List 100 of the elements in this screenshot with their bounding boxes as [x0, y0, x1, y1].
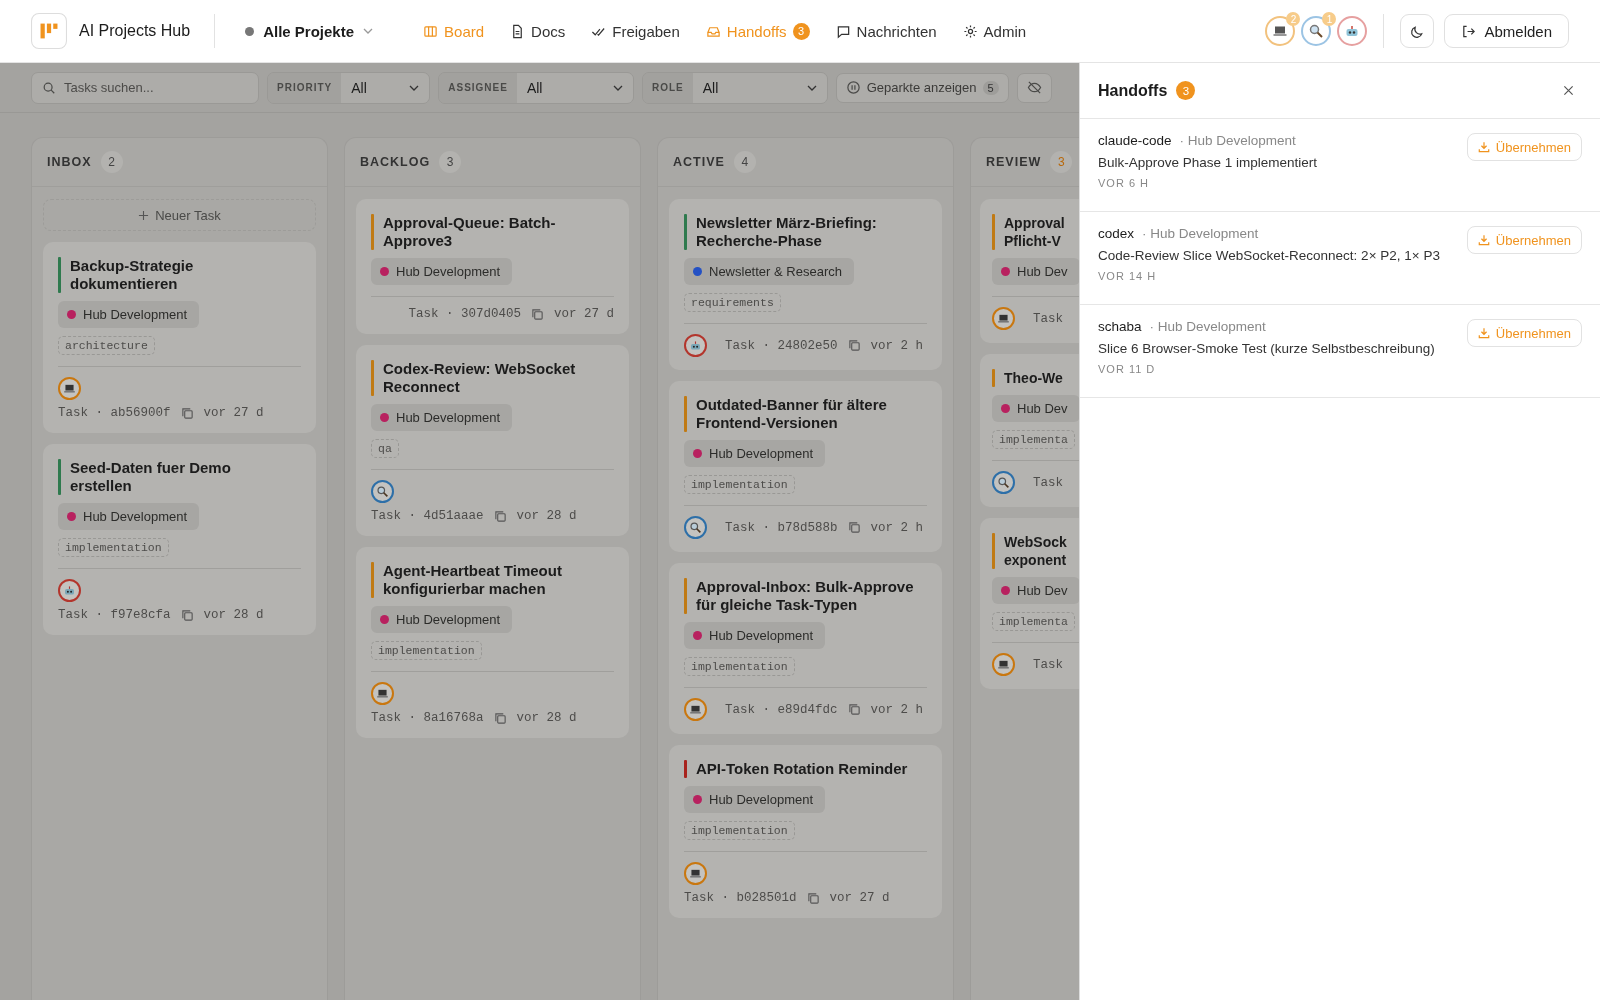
chat-icon — [835, 23, 851, 39]
task-age: vor 28 d — [516, 509, 577, 523]
copy-icon[interactable] — [847, 339, 861, 352]
laptop-icon — [997, 658, 1010, 671]
copy-icon[interactable] — [531, 307, 544, 321]
task-age: vor 27 d — [554, 307, 614, 321]
copy-icon[interactable] — [847, 521, 861, 534]
agent-avatar[interactable] — [1337, 16, 1368, 46]
filter-dropdown[interactable]: PRIORITY All — [267, 71, 431, 104]
role-tag: implementation — [684, 475, 795, 494]
task-title: Approval-Queue: Batch-Approve3 — [383, 214, 557, 250]
copy-icon[interactable] — [493, 711, 507, 725]
task-title: WebSock exponent — [1004, 533, 1068, 569]
project-tag: Newsletter & Research — [684, 258, 854, 285]
role-tag: implementa — [992, 612, 1075, 631]
project-tag: Hub Development — [684, 622, 826, 649]
download-icon — [1477, 327, 1490, 339]
logout-icon — [1461, 23, 1477, 39]
task-title: Theo-We — [1004, 369, 1063, 387]
agent-name: schaba — [1098, 319, 1142, 334]
task-id: Task — [1033, 657, 1063, 672]
task-age: vor 27 d — [203, 406, 264, 420]
task-title: Approval Pflicht-V — [1004, 214, 1066, 250]
moon-icon — [1409, 23, 1425, 39]
columns-icon — [423, 23, 439, 39]
filter-dropdown[interactable]: ROLE All — [641, 71, 828, 104]
panel-title: Handoffs — [1098, 81, 1168, 100]
laptop-icon — [997, 312, 1010, 325]
task-age: vor 28 d — [516, 711, 577, 725]
role-tag: implementation — [58, 538, 169, 557]
task-id: Task · b78d588b — [725, 520, 838, 535]
nav-tab[interactable]: Freigaben — [591, 22, 680, 40]
project-tag: Hub Dev — [992, 577, 1080, 604]
nav-tab[interactable]: Admin — [962, 22, 1027, 40]
task-id: Task · 8a16768a — [371, 711, 484, 725]
handoff-text: Bulk-Approve Phase 1 implementiert — [1098, 155, 1319, 170]
laptop-icon — [63, 382, 76, 395]
count-badge: 1 — [1322, 12, 1337, 26]
project-tag: Hub Development — [684, 786, 826, 813]
project-tag: Hub Development — [371, 404, 513, 431]
parked-toggle[interactable]: Geparkte anzeigen 5 — [835, 72, 1009, 103]
task-card[interactable]: Approval Pflicht-V Hub Dev Task — [980, 199, 1080, 343]
task-card[interactable]: WebSock exponent Hub Dev implementa Task — [980, 518, 1080, 689]
task-card[interactable]: API-Token Rotation Reminder Hub Development implementation Task · b028501d vor 27 d — [669, 745, 942, 918]
role-tag: implementation — [684, 821, 795, 840]
task-card[interactable]: Outdated-Banner für ältere Frontend-Versionen Hub Development implementation Task · b78d588b vor 2 h — [669, 381, 942, 552]
task-card[interactable]: Newsletter März-Briefing: Recherche-Phase Newsletter & Research requirements Task · 24802e50 vor 2 h — [669, 199, 942, 370]
role-tag: requirements — [684, 293, 781, 312]
search-field[interactable]: Tasks suchen... — [31, 71, 259, 104]
project-select[interactable]: Alle Projekte — [239, 21, 380, 41]
task-card[interactable]: Approval-Queue: Batch-Approve3 Hub Development Task · 307d0405 vor 27 d — [356, 199, 629, 334]
task-id: Task · b028501d — [684, 891, 797, 905]
task-id: Task — [1033, 475, 1063, 490]
logout-button[interactable]: Abmelden — [1444, 14, 1569, 48]
project-tag: Hub Development — [371, 606, 513, 633]
robot-icon — [63, 584, 76, 597]
column-title: ACTIVE — [673, 155, 725, 169]
count-badge: 4 — [733, 151, 756, 173]
project-tag: Hub Dev — [992, 395, 1080, 422]
task-id: Task · ab56900f — [58, 406, 171, 420]
task-title: Agent-Heartbeat Timeout konfigurierbar machen — [383, 562, 563, 598]
nav-tab[interactable]: Nachrichten — [835, 22, 937, 40]
task-title: Backup-Strategie dokumentieren — [70, 257, 195, 293]
handoff-time: VOR 6 H — [1098, 177, 1150, 189]
project-name: · Hub Development — [1142, 226, 1259, 241]
copy-icon[interactable] — [847, 703, 861, 716]
filter-dropdown[interactable]: ASSIGNEE All — [438, 71, 634, 104]
task-id: Task — [1033, 311, 1063, 326]
handoff-time: VOR 11 D — [1098, 363, 1157, 375]
copy-icon[interactable] — [806, 891, 820, 905]
laptop-icon — [689, 703, 702, 716]
download-icon — [1477, 234, 1490, 246]
magnifier-icon — [997, 476, 1010, 489]
copy-icon[interactable] — [180, 406, 194, 420]
eye-off-icon — [1026, 80, 1042, 95]
task-age: vor 28 d — [203, 608, 264, 622]
task-card[interactable]: Approval-Inbox: Bulk-Approve für gleiche Task-Typen Hub Development implementation Task · e89d4fdc vor 2 h — [669, 563, 942, 734]
project-name: · Hub Development — [1179, 133, 1296, 148]
task-card[interactable]: Codex-Review: WebSocket Reconnect Hub Development qa Task · 4d51aaae vor 28 d — [356, 345, 629, 536]
new-task-button[interactable]: Neuer Task — [43, 199, 316, 231]
task-card[interactable]: Agent-Heartbeat Timeout konfigurierbar machen Hub Development implementation Task · 8a16768a vor 28 d — [356, 547, 629, 738]
magnifier-icon — [376, 485, 389, 498]
task-card[interactable]: Backup-Strategie dokumentieren Hub Development architecture Task · ab56900f vor 27 d — [43, 242, 316, 433]
close-icon[interactable] — [1563, 85, 1574, 96]
hidden-toggle[interactable] — [1016, 72, 1052, 103]
task-card[interactable]: Seed-Daten fuer Demo erstellen Hub Development implementation Task · f97e8cfa vor 28 d — [43, 444, 316, 635]
dark-mode-button[interactable] — [1400, 14, 1435, 48]
column-title: REVIEW — [986, 155, 1042, 169]
project-tag: Hub Development — [58, 301, 200, 328]
copy-icon[interactable] — [493, 509, 507, 523]
copy-icon[interactable] — [180, 608, 194, 622]
agent-name: claude-code — [1098, 133, 1172, 148]
task-id: Task · 24802e50 — [725, 338, 838, 353]
caret-icon — [363, 28, 374, 34]
caret-icon — [612, 84, 623, 91]
task-title: Approval-Inbox: Bulk-Approve für gleiche Task-Typen — [696, 578, 915, 614]
plus-icon — [138, 209, 150, 221]
nav-tab[interactable]: Docs — [510, 22, 566, 40]
role-tag: implementa — [992, 430, 1075, 449]
task-card[interactable]: Theo-We Hub Dev implementa Task — [980, 354, 1080, 507]
